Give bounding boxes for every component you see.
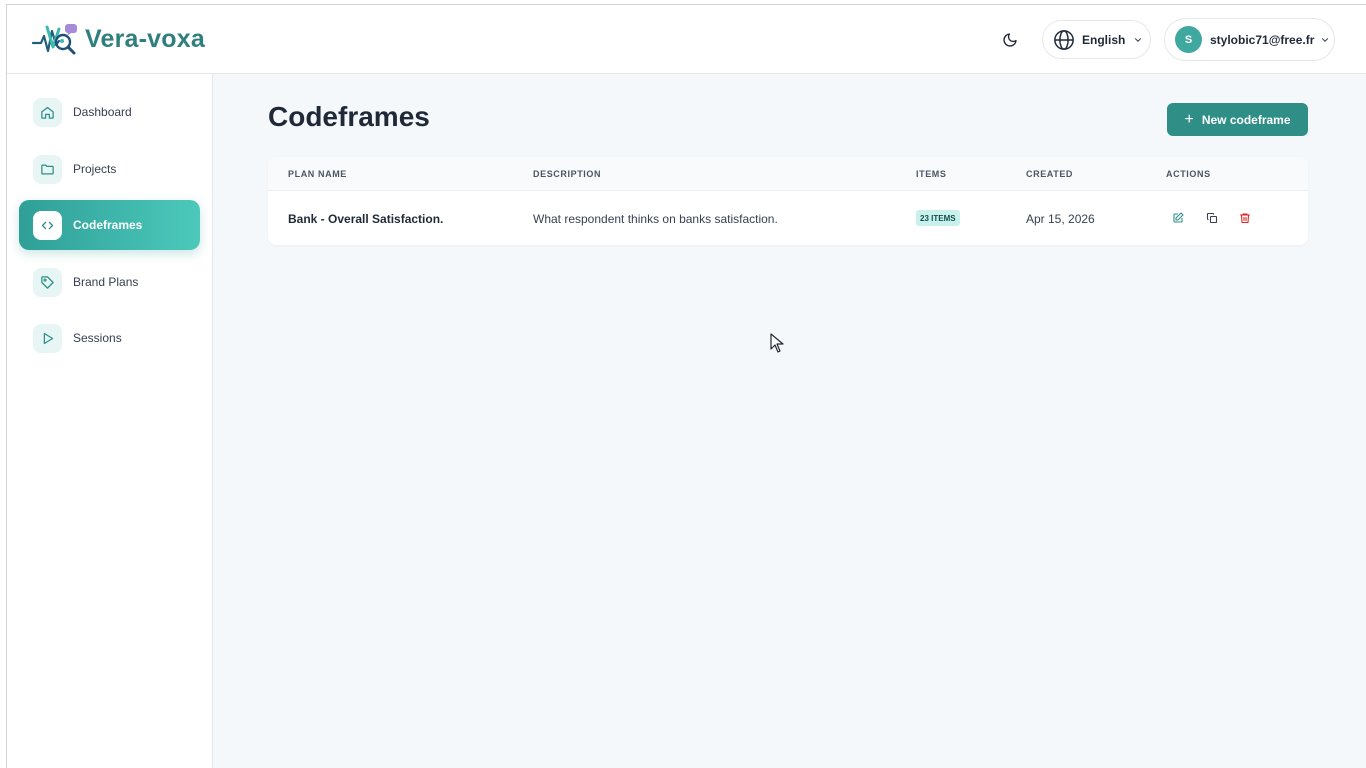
new-codeframe-button[interactable]: + New codeframe <box>1167 103 1308 136</box>
language-label: English <box>1082 32 1126 47</box>
folder-icon <box>33 154 62 184</box>
moon-icon <box>1003 33 1017 47</box>
chevron-down-icon <box>1135 37 1142 42</box>
codeframes-table: PLAN NAME DESCRIPTION ITEMS CREATED ACTI… <box>268 157 1308 245</box>
tag-icon <box>33 267 62 297</box>
copy-icon <box>1206 212 1218 224</box>
play-icon <box>33 323 62 353</box>
duplicate-button[interactable] <box>1204 210 1220 226</box>
globe-icon <box>1054 29 1074 50</box>
language-selector[interactable]: English <box>1042 20 1151 59</box>
edit-button[interactable] <box>1170 210 1186 226</box>
sidebar-item-label: Sessions <box>73 331 122 345</box>
sidebar: Dashboard Projects Codeframes Brand Plan… <box>7 74 213 768</box>
delete-button[interactable] <box>1237 210 1253 226</box>
logo-icon <box>31 24 77 55</box>
plus-icon: + <box>1184 110 1194 128</box>
app-window: Vera-voxa English S stylobic71@free.fr D… <box>6 4 1366 768</box>
sidebar-item-dashboard[interactable]: Dashboard <box>19 87 200 137</box>
sidebar-item-label: Brand Plans <box>73 275 139 289</box>
column-header-plan-name: PLAN NAME <box>288 169 347 179</box>
app-logo[interactable]: Vera-voxa <box>31 21 205 57</box>
description-cell: What respondent thinks on banks satisfac… <box>533 212 778 226</box>
avatar: S <box>1175 26 1202 53</box>
app-name: Vera-voxa <box>85 24 205 53</box>
home-icon <box>33 97 62 127</box>
table-row[interactable]: Bank - Overall Satisfaction. What respon… <box>268 192 1308 245</box>
items-badge: 23 ITEMS <box>916 210 960 226</box>
sidebar-item-brand-plans[interactable]: Brand Plans <box>19 257 200 307</box>
user-menu-button[interactable]: S stylobic71@free.fr <box>1164 18 1335 61</box>
column-header-description: DESCRIPTION <box>533 169 602 179</box>
code-icon <box>33 210 62 240</box>
sidebar-item-label: Codeframes <box>73 218 143 232</box>
sidebar-item-projects[interactable]: Projects <box>19 144 200 194</box>
plan-name-cell: Bank - Overall Satisfaction. <box>288 212 444 226</box>
sidebar-item-label: Projects <box>73 162 117 176</box>
top-header: Vera-voxa English S stylobic71@free.fr <box>7 5 1366 74</box>
sidebar-item-sessions[interactable]: Sessions <box>19 313 200 363</box>
sidebar-item-codeframes[interactable]: Codeframes <box>19 200 200 250</box>
column-header-actions: ACTIONS <box>1166 169 1211 179</box>
column-header-items: ITEMS <box>916 169 947 179</box>
chevron-down-icon <box>1322 37 1329 42</box>
mouse-cursor-icon <box>770 333 784 353</box>
page-title: Codeframes <box>268 101 430 132</box>
created-cell: Apr 15, 2026 <box>1026 212 1095 226</box>
user-email: stylobic71@free.fr <box>1210 32 1315 47</box>
table-header: PLAN NAME DESCRIPTION ITEMS CREATED ACTI… <box>268 157 1308 191</box>
edit-icon <box>1173 212 1184 223</box>
sidebar-item-label: Dashboard <box>73 105 132 119</box>
column-header-created: CREATED <box>1026 169 1074 179</box>
new-codeframe-label: New codeframe <box>1201 112 1291 127</box>
theme-toggle-button[interactable] <box>997 27 1023 53</box>
trash-icon <box>1239 213 1251 224</box>
